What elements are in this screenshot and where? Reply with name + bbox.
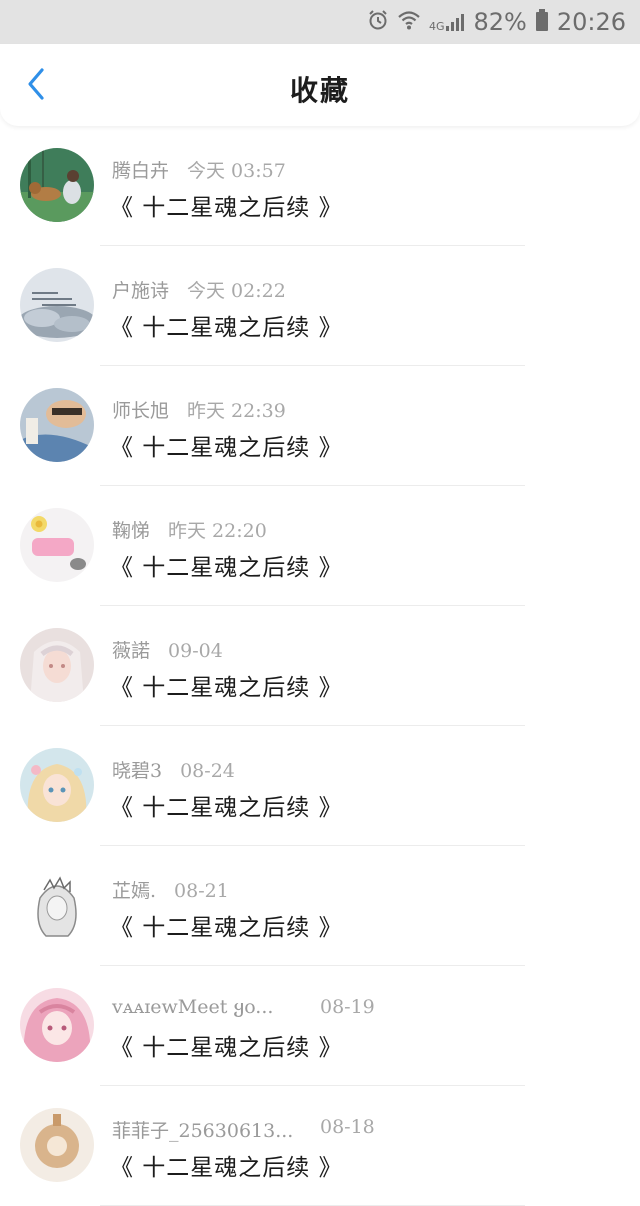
avatar[interactable] [20, 868, 94, 942]
list-item[interactable]: 鞠悌 昨天 22:20 《 十二星魂之后续 》 [0, 486, 640, 606]
username[interactable]: 户施诗 [112, 280, 169, 302]
item-meta: 菲菲子_25630613... 08-18 [112, 1116, 375, 1143]
item-meta: 鞠悌 昨天 22:20 [112, 516, 267, 543]
list-item[interactable]: 户施诗 今天 02:22 《 十二星魂之后续 》 [0, 246, 640, 366]
wifi-icon [397, 9, 421, 35]
avatar[interactable] [20, 268, 94, 342]
username[interactable]: 晓碧3 [112, 760, 162, 782]
article-title[interactable]: 《 十二星魂之后续 》 [110, 788, 343, 822]
list-item[interactable]: 芷嫣. 08-21 《 十二星魂之后续 》 [0, 846, 640, 966]
avatar[interactable] [20, 388, 94, 462]
clock: 20:26 [556, 8, 626, 36]
status-bar: 4G 82% 20:26 [0, 0, 640, 44]
username[interactable]: 师长旭 [112, 400, 169, 422]
signal-4g-icon: 4G [429, 12, 466, 32]
article-title[interactable]: 《 十二星魂之后续 》 [110, 308, 343, 342]
timestamp: 08-18 [320, 1116, 375, 1138]
avatar[interactable] [20, 748, 94, 822]
timestamp: 08-21 [174, 880, 229, 902]
article-title[interactable]: 《 十二星魂之后续 》 [110, 188, 343, 222]
username[interactable]: 腾白卉 [112, 160, 169, 182]
list-item[interactable]: 腾白卉 今天 03:57 《 十二星魂之后续 》 [0, 126, 640, 246]
item-meta: 芷嫣. 08-21 [112, 876, 229, 903]
username[interactable]: 薇諾 [112, 640, 150, 662]
item-meta: 师长旭 昨天 22:39 [112, 396, 286, 423]
list-item[interactable]: 菲菲子_25630613... 08-18 《 十二星魂之后续 》 [0, 1086, 640, 1206]
article-title[interactable]: 《 十二星魂之后续 》 [110, 428, 343, 462]
article-title[interactable]: 《 十二星魂之后续 》 [110, 908, 343, 942]
list-item[interactable]: ᴠᴀᴀɪewMeet ყo... 08-19 《 十二星魂之后续 》 [0, 966, 640, 1086]
article-title[interactable]: 《 十二星魂之后续 》 [110, 548, 343, 582]
favorites-list: 腾白卉 今天 03:57 《 十二星魂之后续 》 户施诗 今天 02:22 《 十二… [0, 126, 640, 1206]
article-title[interactable]: 《 十二星魂之后续 》 [110, 668, 343, 702]
network-type-label: 4G [428, 20, 445, 33]
item-meta: 薇諾 09-04 [112, 636, 223, 663]
timestamp: 09-04 [168, 640, 223, 662]
timestamp: 08-24 [180, 760, 235, 782]
avatar[interactable] [20, 148, 94, 222]
avatar[interactable] [20, 508, 94, 582]
page-title: 收藏 [289, 74, 350, 107]
item-meta: 户施诗 今天 02:22 [112, 276, 286, 303]
avatar[interactable] [20, 1108, 94, 1182]
timestamp: 08-19 [320, 996, 375, 1018]
username[interactable]: ᴠᴀᴀɪewMeet ყo... [112, 996, 273, 1018]
list-item[interactable]: 师长旭 昨天 22:39 《 十二星魂之后续 》 [0, 366, 640, 486]
list-item[interactable]: 晓碧3 08-24 《 十二星魂之后续 》 [0, 726, 640, 846]
username[interactable]: 芷嫣. [112, 880, 156, 902]
timestamp: 昨天 22:39 [187, 400, 286, 422]
item-meta: 腾白卉 今天 03:57 [112, 156, 286, 183]
list-item[interactable]: 薇諾 09-04 《 十二星魂之后续 》 [0, 606, 640, 726]
username[interactable]: 菲菲子_25630613... [112, 1120, 293, 1142]
avatar[interactable] [20, 628, 94, 702]
battery-percent: 82% [473, 8, 527, 36]
status-icons: 4G 82% 20:26 [367, 0, 626, 44]
alarm-icon [367, 9, 389, 35]
timestamp: 今天 02:22 [187, 280, 286, 302]
timestamp: 今天 03:57 [187, 160, 286, 182]
nav-bar: 收藏 [0, 44, 640, 126]
article-title[interactable]: 《 十二星魂之后续 》 [110, 1028, 343, 1062]
avatar[interactable] [20, 988, 94, 1062]
battery-icon [535, 9, 549, 35]
article-title[interactable]: 《 十二星魂之后续 》 [110, 1148, 343, 1182]
item-meta: 晓碧3 08-24 [112, 756, 235, 783]
item-meta: ᴠᴀᴀɪewMeet ყo... 08-19 [112, 996, 375, 1018]
username[interactable]: 鞠悌 [112, 520, 150, 542]
timestamp: 昨天 22:20 [168, 520, 267, 542]
